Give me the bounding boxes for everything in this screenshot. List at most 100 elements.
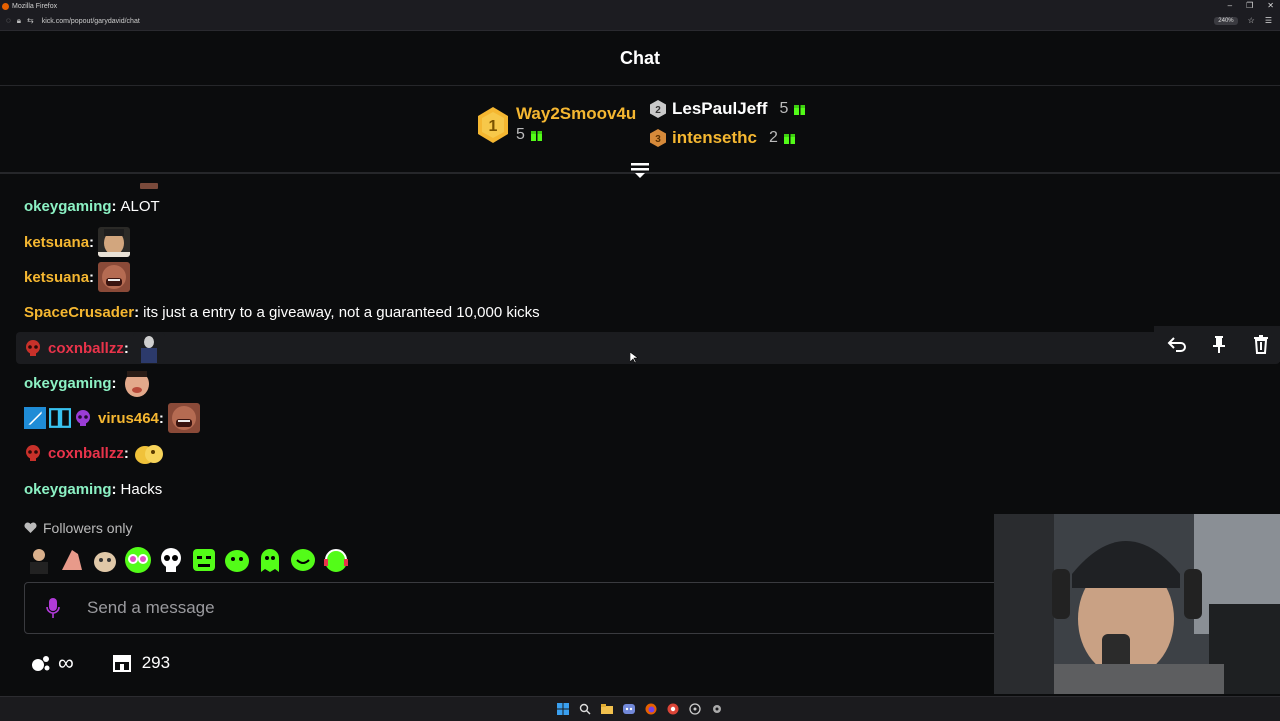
chat-messages[interactable]: okeygaming : ALOT ketsuana : ketsuana : … xyxy=(0,176,1280,511)
leaderboard-first-count: 5 xyxy=(516,126,542,144)
green-blob-emote[interactable] xyxy=(222,545,252,575)
channel-points[interactable]: ∞ xyxy=(30,650,74,676)
chat-message[interactable]: ketsuana : xyxy=(24,262,131,292)
colon: : xyxy=(111,197,117,215)
og-badge-icon xyxy=(49,407,71,429)
firefox-taskbar-icon[interactable] xyxy=(644,702,658,716)
store-icon xyxy=(112,655,131,672)
chat-username[interactable]: ketsuana xyxy=(24,269,89,286)
green-pink-eyes-emote[interactable] xyxy=(123,545,153,575)
svg-text:1: 1 xyxy=(489,118,498,135)
window-controls: – ❐ ✕ xyxy=(1228,1,1274,10)
restore-icon[interactable]: ❐ xyxy=(1246,1,1253,10)
streamer-webcam-image xyxy=(994,514,1280,694)
chat-message[interactable]: okeygaming : xyxy=(24,368,153,398)
face-emote[interactable] xyxy=(120,368,153,398)
chat-username[interactable]: okeygaming xyxy=(24,481,112,498)
points-icon xyxy=(32,656,50,671)
chat-message[interactable]: SpaceCrusader : its just a entry to a gi… xyxy=(24,297,540,327)
green-angry-emote[interactable] xyxy=(189,545,219,575)
chat-username[interactable]: virus464 xyxy=(98,410,159,427)
file-explorer-icon[interactable] xyxy=(600,702,614,716)
chrome-icon[interactable] xyxy=(666,702,680,716)
leaderboard-second-name[interactable]: LesPaulJeff xyxy=(672,99,767,119)
chat-input-box[interactable] xyxy=(24,582,1016,634)
leaderboard-first-name[interactable]: Way2Smoov4u xyxy=(516,104,636,124)
yellow-blob-emote[interactable] xyxy=(133,438,165,468)
chat-username[interactable]: okeygaming xyxy=(24,198,112,215)
moderator-sword-badge-icon xyxy=(24,407,46,429)
svg-text:2: 2 xyxy=(655,105,661,116)
chat-message[interactable]: virus464 : xyxy=(24,403,200,433)
gift-icon xyxy=(794,105,806,115)
discord-icon[interactable] xyxy=(622,702,636,716)
windows-start-icon[interactable] xyxy=(556,702,570,716)
green-smile-emote[interactable] xyxy=(288,545,318,575)
guy-emote[interactable] xyxy=(132,333,165,363)
microphone-icon[interactable] xyxy=(45,597,61,619)
chat-message[interactable]: coxnballzz : xyxy=(24,333,165,363)
store-button[interactable]: 293 xyxy=(112,653,170,673)
clipped-emote xyxy=(140,183,158,189)
chat-message-text: Hacks xyxy=(120,480,163,498)
chat-message[interactable]: ketsuana : xyxy=(24,227,131,257)
screaming-face-emote[interactable] xyxy=(167,403,200,433)
chat-footer: ∞ 293 xyxy=(30,650,170,676)
points-value: ∞ xyxy=(58,650,74,675)
chat-username[interactable]: coxnballzz xyxy=(48,445,124,462)
chat-message[interactable]: okeygaming : ALOT xyxy=(24,191,160,221)
search-icon[interactable] xyxy=(578,702,592,716)
chat-message[interactable]: coxnballzz : xyxy=(24,438,165,468)
leaderboard-third[interactable]: 3 intensethc 2 xyxy=(650,128,795,148)
leaderboard-third-name[interactable]: intensethc xyxy=(672,128,757,148)
settings-icon[interactable] xyxy=(710,702,724,716)
face-emote[interactable] xyxy=(98,227,131,257)
window-title: Mozilla Firefox xyxy=(2,1,57,11)
address-bar[interactable]: ◌ 🔒︎ ⇆ kick.com/popout/garydavid/chat 24… xyxy=(0,13,1280,29)
lock-icon[interactable]: 🔒︎ xyxy=(17,16,21,26)
os-taskbar xyxy=(0,696,1280,721)
chat-mode-indicator: Followers only xyxy=(24,520,132,536)
chat-username[interactable]: SpaceCrusader xyxy=(24,304,134,321)
store-count: 293 xyxy=(141,653,171,672)
chat-message-text: ALOT xyxy=(120,197,160,215)
colon: : xyxy=(111,374,117,392)
purple-skull-badge-icon xyxy=(76,410,90,426)
leaderboard-second-count: 5 xyxy=(779,100,789,117)
green-headphones-emote[interactable] xyxy=(321,545,351,575)
pin-icon[interactable] xyxy=(1208,333,1230,355)
leaderboard-second[interactable]: 2 LesPaulJeff 5 xyxy=(650,99,806,119)
url-text[interactable]: kick.com/popout/garydavid/chat xyxy=(42,18,140,25)
chat-username[interactable]: coxnballzz xyxy=(48,340,124,357)
permissions-icon[interactable]: ⇆ xyxy=(27,16,34,26)
zoom-level[interactable]: 240% xyxy=(1214,16,1238,25)
shield-icon[interactable]: ◌ xyxy=(6,16,11,26)
chat-message[interactable]: okeygaming : Hacks xyxy=(24,474,162,504)
leaderboard-first-count-value: 5 xyxy=(516,126,525,143)
browser-toolbar: Mozilla Firefox – ❐ ✕ ◌ 🔒︎ ⇆ kick.com/po… xyxy=(0,0,1280,31)
hand-emote[interactable] xyxy=(57,545,87,575)
chat-message-input[interactable] xyxy=(85,597,889,619)
green-ghost-emote[interactable] xyxy=(255,545,285,575)
chat-username[interactable]: ketsuana xyxy=(24,234,89,251)
bookmark-star-icon[interactable]: ☆ xyxy=(1248,16,1255,25)
chat-username[interactable]: okeygaming xyxy=(24,375,112,392)
reply-icon[interactable] xyxy=(1166,333,1188,355)
app-icon[interactable] xyxy=(688,702,702,716)
minimize-icon[interactable]: – xyxy=(1228,1,1232,10)
skull-badge-icon xyxy=(26,445,40,461)
hovered-message-highlight xyxy=(16,332,1280,364)
cat-emote[interactable] xyxy=(90,545,120,575)
colon: : xyxy=(89,233,95,251)
colon: : xyxy=(123,444,129,462)
menu-icon[interactable]: ☰ xyxy=(1265,16,1272,25)
mouse-cursor-icon xyxy=(630,352,638,364)
man-emote[interactable] xyxy=(24,545,54,575)
skull-badge-icon xyxy=(26,340,40,356)
skull-emote[interactable] xyxy=(156,545,186,575)
delete-icon[interactable] xyxy=(1250,333,1272,355)
gift-icon xyxy=(783,134,795,144)
window-title-text: Mozilla Firefox xyxy=(12,2,58,10)
screaming-face-emote[interactable] xyxy=(98,262,131,292)
close-icon[interactable]: ✕ xyxy=(1267,1,1274,10)
